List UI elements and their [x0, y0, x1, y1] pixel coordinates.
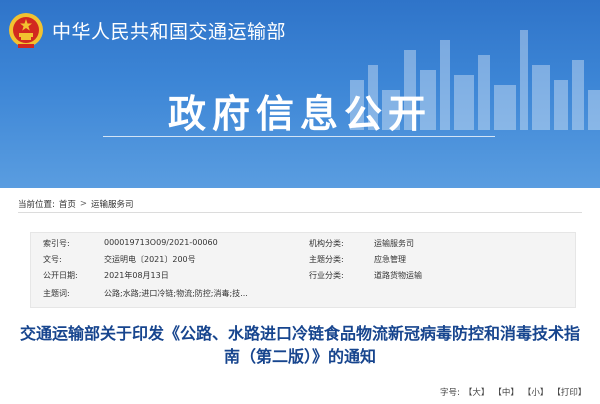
metadata-row: 文号: 交运明电〔2021〕200号 主题分类: 应急管理: [31, 254, 575, 268]
metadata-row: 主题词: 公路;水路;进口冷链;物流;防控;消毒;技...: [31, 288, 575, 302]
index-label: 索引号:: [43, 239, 70, 248]
breadcrumb-label: 当前位置:: [18, 200, 55, 210]
agency-label: 机构分类:: [309, 239, 344, 248]
docno-value: 交运明电〔2021〕200号: [104, 255, 196, 264]
breadcrumb-divider: [18, 212, 582, 213]
national-emblem-icon[interactable]: [7, 10, 45, 50]
breadcrumb-separator: >: [79, 199, 88, 209]
font-small-button[interactable]: 【小】: [523, 386, 549, 398]
keywords-label: 主题词:: [43, 289, 70, 298]
agency-value: 运输服务司: [374, 239, 414, 248]
banner-title: 政府信息公开: [167, 92, 432, 136]
metadata-row: 公开日期: 2021年08月13日 行业分类: 道路货物运输: [31, 270, 575, 284]
keywords-value: 公路;水路;进口冷链;物流;防控;消毒;技...: [104, 289, 248, 298]
index-value: 000019713O09/2021-00060: [104, 238, 218, 247]
industry-value: 道路货物运输: [374, 271, 422, 280]
document-metadata-table: 索引号: 000019713O09/2021-00060 机构分类: 运输服务司…: [30, 232, 576, 308]
font-size-controls: 字号: 【大】 【中】 【小】 【打印】: [440, 386, 586, 398]
print-button[interactable]: 【打印】: [552, 386, 586, 398]
date-value: 2021年08月13日: [104, 271, 169, 280]
font-medium-button[interactable]: 【中】: [493, 386, 519, 398]
topic-value: 应急管理: [374, 255, 406, 264]
breadcrumb-home-link[interactable]: 首页: [59, 198, 76, 210]
industry-label: 行业分类:: [309, 271, 344, 280]
breadcrumb: 当前位置: 首页 > 运输服务司: [18, 198, 134, 210]
date-label: 公开日期:: [43, 271, 78, 280]
banner-divider: [103, 136, 495, 137]
topic-label: 主题分类:: [309, 255, 344, 264]
breadcrumb-dept-link[interactable]: 运输服务司: [91, 198, 134, 210]
metadata-row: 索引号: 000019713O09/2021-00060 机构分类: 运输服务司: [31, 238, 575, 252]
header-banner: 中华人民共和国交通运输部 政府信息公开: [0, 0, 600, 188]
ministry-name[interactable]: 中华人民共和国交通运输部: [52, 17, 286, 44]
docno-label: 文号:: [43, 255, 62, 264]
font-size-label: 字号:: [440, 388, 460, 398]
article-title: 交通运输部关于印发《公路、水路进口冷链食品物流新冠病毒防控和消毒技术指南（第二版…: [20, 324, 581, 366]
font-large-button[interactable]: 【大】: [464, 386, 490, 398]
